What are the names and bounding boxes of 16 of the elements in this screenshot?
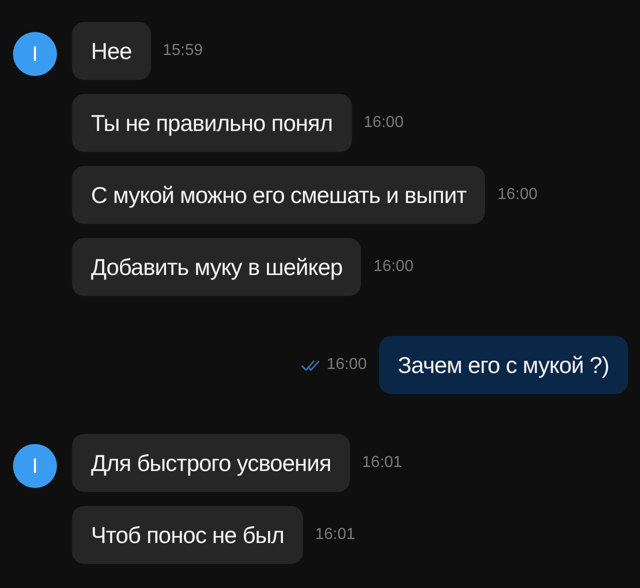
message-time: 16:00 [497, 186, 538, 204]
message-time: 16:01 [315, 526, 356, 544]
message-bubble: Чтоб понос не был [72, 506, 304, 564]
message-bubble: Нее [72, 22, 151, 80]
message-bubble: Добавить муку в шейкер [72, 238, 362, 296]
message-bubble: Зачем его с мукой ?) [378, 336, 628, 394]
message-time: 15:59 [162, 42, 203, 60]
message-bubble: С мукой можно его смешать и выпит [72, 166, 486, 224]
message-bubble: Для быстрого усвоения [72, 434, 350, 492]
message-time: 16:00 [326, 356, 367, 374]
message-time: 16:00 [364, 114, 404, 132]
message-bubble: Ты не правильно понял [72, 94, 352, 152]
avatar[interactable]: I [13, 444, 57, 488]
message-time: 16:00 [373, 258, 414, 276]
message-time: 16:01 [362, 454, 402, 472]
avatar[interactable]: I [13, 32, 57, 76]
